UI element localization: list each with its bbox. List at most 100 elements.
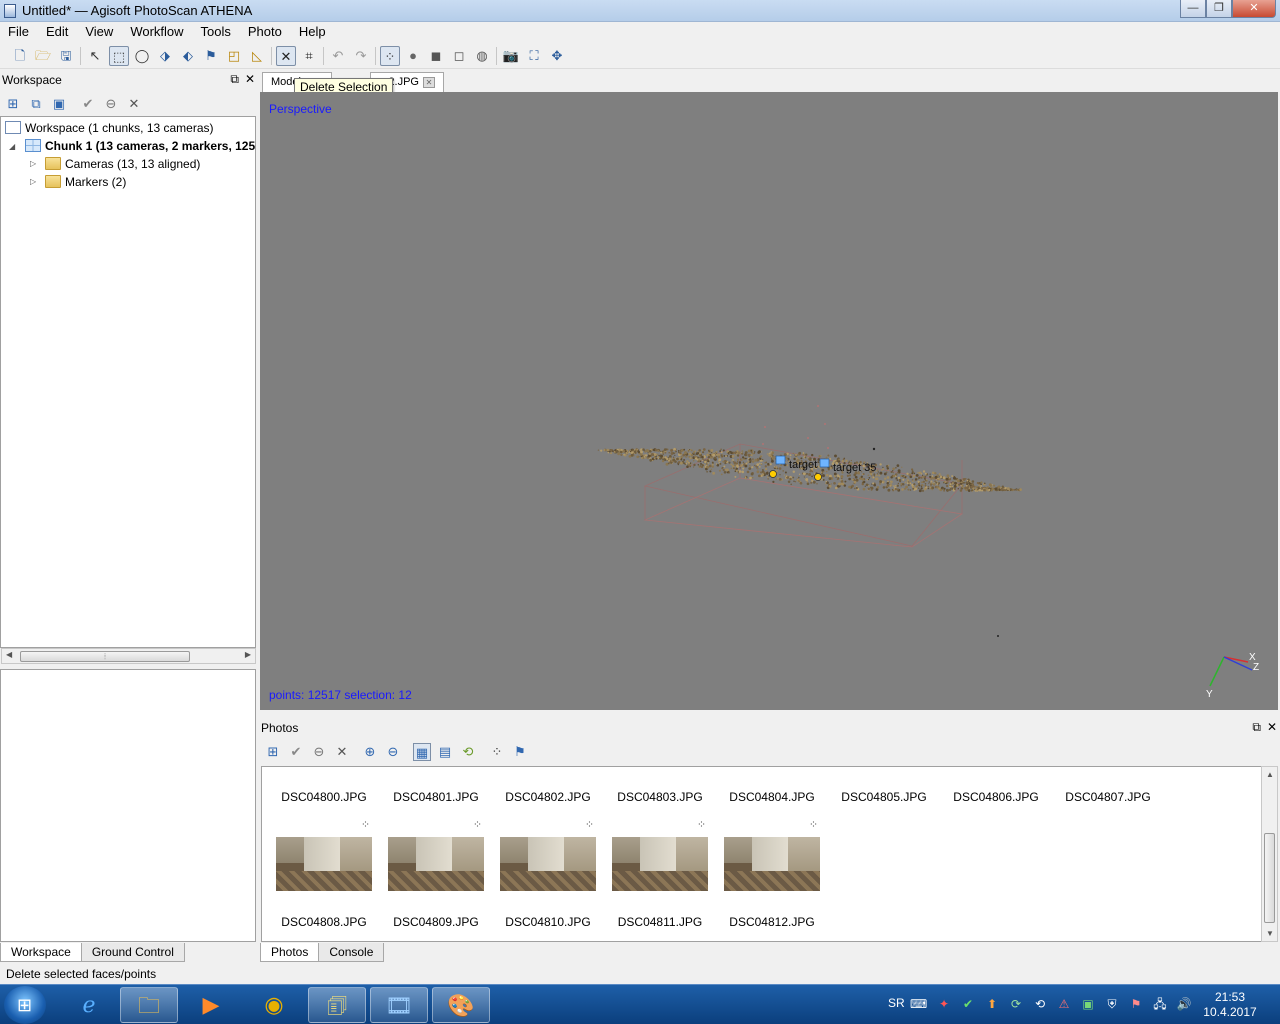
tree-item-markers[interactable]: Markers (2) (45, 173, 126, 191)
menu-edit[interactable]: Edit (38, 22, 77, 42)
measure-icon[interactable]: ◺ (247, 46, 267, 66)
tab-console[interactable]: Console (318, 943, 385, 962)
language-indicator[interactable]: SR (888, 996, 905, 1010)
rectangle-selection-icon[interactable]: ⬚ (109, 46, 129, 66)
save-icon[interactable]: 🖫 (56, 46, 76, 66)
close-tab-icon[interactable]: ✕ (423, 76, 435, 88)
scroll-down-icon[interactable]: ▼ (1266, 929, 1274, 938)
tab-workspace[interactable]: Workspace (0, 943, 82, 962)
add-photos-icon[interactable]: ⊞ (264, 743, 282, 761)
navigation-icon[interactable]: ↖ (85, 46, 105, 66)
rotate-object-icon[interactable]: ⬖ (178, 46, 198, 66)
menu-tools[interactable]: Tools (193, 22, 240, 42)
crop-selection-icon[interactable]: ⌗ (299, 46, 319, 66)
media-player-icon[interactable]: ▶ (182, 987, 240, 1023)
float-icon[interactable]: ⧉ (230, 72, 239, 86)
minimize-button[interactable]: — (1180, 0, 1206, 18)
add-photos-icon[interactable]: ⧉ (27, 95, 45, 113)
volume-icon[interactable]: 🔊 (1176, 996, 1192, 1012)
wireframe-icon[interactable]: ◻ (449, 46, 469, 66)
nvidia-icon[interactable]: ▣ (1080, 996, 1096, 1012)
photo-item[interactable]: DSC04802.JPG (500, 787, 600, 807)
float-icon[interactable]: ⧉ (1252, 720, 1261, 734)
open-icon[interactable]: 🗁 (33, 46, 53, 66)
marker-icon[interactable]: ⚑ (201, 46, 221, 66)
model-viewport[interactable]: target target 35 X Y Z Perspective point… (260, 92, 1278, 710)
photo-item[interactable]: DSC04804.JPG (724, 787, 824, 807)
textured-icon[interactable]: ◍ (472, 46, 492, 66)
scroll-up-icon[interactable]: ▲ (1266, 770, 1274, 779)
photos-vertical-scrollbar[interactable]: ▲ ▼ (1261, 766, 1278, 942)
update-icon[interactable]: ⬆ (984, 996, 1000, 1012)
close-button[interactable]: ✕ (1232, 0, 1276, 18)
photoscan-icon[interactable]: 🎨 (432, 987, 490, 1023)
enable-icon[interactable]: ✔ (287, 743, 305, 761)
menu-help[interactable]: Help (291, 22, 335, 42)
add-folder-icon[interactable]: ▣ (50, 95, 68, 113)
photo-item[interactable]: DSC04800.JPG (276, 787, 376, 807)
shaded-icon[interactable]: ● (403, 46, 423, 66)
action-center-icon[interactable]: ⚑ (1128, 996, 1144, 1012)
show-region-icon[interactable]: ⛶ (524, 46, 544, 66)
close-panel-icon[interactable]: ✕ (1267, 720, 1277, 734)
photo-item[interactable]: ⁘ DSC04808.JPG (276, 817, 376, 929)
collapse-arrow-icon[interactable]: ▷ (30, 177, 36, 186)
add-chunk-icon[interactable]: ⊞ (4, 95, 22, 113)
expand-arrow-icon[interactable]: ◢ (9, 142, 15, 151)
reset-view-icon[interactable]: ⟲ (459, 743, 477, 761)
remove-icon[interactable]: ✕ (333, 743, 351, 761)
keyboard-icon[interactable]: ⌨ (910, 996, 927, 1012)
solid-icon[interactable]: ◼ (426, 46, 446, 66)
scroll-thumb[interactable] (1264, 833, 1275, 923)
disable-icon[interactable]: ⊖ (102, 95, 120, 113)
workspace-horizontal-scrollbar[interactable]: ◀ ⦙ ▶ (1, 648, 256, 664)
movie-maker-icon[interactable]: 🎞 (370, 987, 428, 1023)
close-panel-icon[interactable]: ✕ (245, 72, 255, 86)
trackball-icon[interactable]: ✥ (547, 46, 567, 66)
point-cloud-icon[interactable]: ⁘ (380, 46, 400, 66)
sticky-notes-icon[interactable]: 🗊 (308, 987, 366, 1023)
check-icon[interactable]: ✔ (960, 996, 976, 1012)
zoom-in-icon[interactable]: ⊕ (361, 743, 379, 761)
menu-file[interactable]: File (0, 22, 38, 42)
clock[interactable]: 21:53 10.4.2017 (1202, 990, 1258, 1020)
menu-view[interactable]: View (77, 22, 122, 42)
photo-item[interactable]: DSC04801.JPG (388, 787, 488, 807)
acrobat-icon[interactable]: ✦ (936, 996, 952, 1012)
scroll-left-icon[interactable]: ◀ (6, 650, 12, 659)
photo-item[interactable]: ⁘ DSC04812.JPG (724, 817, 824, 929)
start-button[interactable]: ⊞ (4, 986, 46, 1024)
internet-explorer-icon[interactable]: ℯ (60, 987, 118, 1023)
enable-icon[interactable]: ✔ (79, 95, 97, 113)
photo-item[interactable]: DSC04806.JPG (948, 787, 1048, 807)
network-icon[interactable]: 🖧 (1152, 996, 1168, 1012)
photo-item[interactable]: DSC04805.JPG (836, 787, 936, 807)
ruler-icon[interactable]: ◰ (224, 46, 244, 66)
show-cameras-icon[interactable]: 📷 (501, 46, 521, 66)
details-view-icon[interactable]: ▤ (436, 743, 454, 761)
undo-icon[interactable]: ↶ (328, 46, 348, 66)
remove-icon[interactable]: ✕ (125, 95, 143, 113)
sync-icon[interactable]: ⟲ (1032, 996, 1048, 1012)
photo-item[interactable]: DSC04807.JPG (1060, 787, 1160, 807)
filter-markers-icon[interactable]: ⚑ (511, 743, 529, 761)
file-explorer-icon[interactable]: 🗀 (120, 987, 178, 1023)
network-share-icon[interactable]: ⟳ (1008, 996, 1024, 1012)
tree-item-chunk[interactable]: Chunk 1 (13 cameras, 2 markers, 1251 (25, 137, 255, 155)
redo-icon[interactable]: ↷ (351, 46, 371, 66)
move-object-icon[interactable]: ⬗ (155, 46, 175, 66)
photo-item[interactable]: ⁘ DSC04809.JPG (388, 817, 488, 929)
disable-icon[interactable]: ⊖ (310, 743, 328, 761)
photo-item[interactable]: ⁘ DSC04810.JPG (500, 817, 600, 929)
circle-selection-icon[interactable]: ◯ (132, 46, 152, 66)
tab-ground-control[interactable]: Ground Control (80, 943, 185, 962)
chrome-icon[interactable]: ◉ (245, 987, 303, 1023)
scroll-thumb[interactable]: ⦙ (20, 651, 190, 662)
photo-item[interactable]: ⁘ DSC04811.JPG (612, 817, 712, 929)
collapse-arrow-icon[interactable]: ▷ (30, 159, 36, 168)
thumbnails-view-icon[interactable]: ▦ (413, 743, 431, 761)
security-icon[interactable]: ⚠ (1056, 996, 1072, 1012)
tree-item-cameras[interactable]: Cameras (13, 13 aligned) (45, 155, 200, 173)
new-icon[interactable]: 🗋 (10, 46, 30, 66)
scroll-right-icon[interactable]: ▶ (245, 650, 251, 659)
